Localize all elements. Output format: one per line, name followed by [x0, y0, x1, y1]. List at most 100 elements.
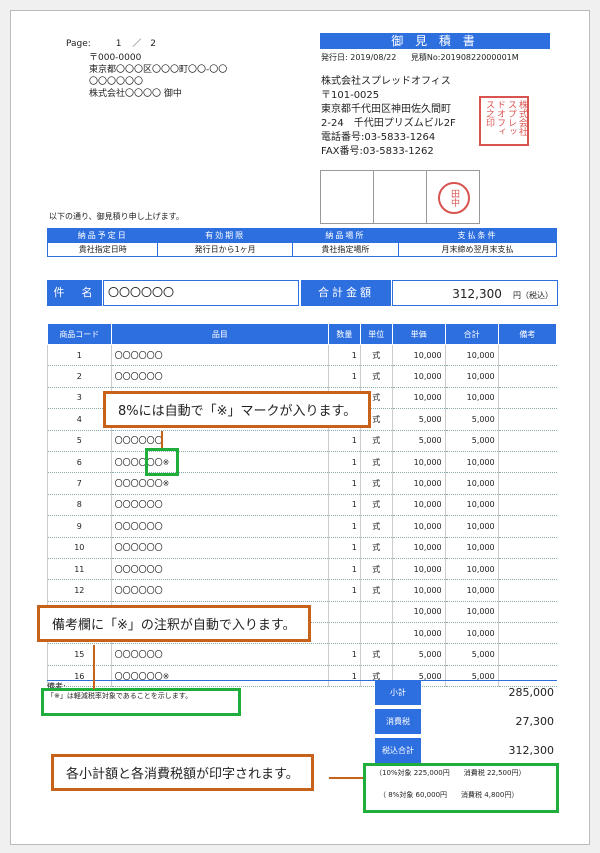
cell-qty: 1 [328, 494, 361, 517]
cell-qty [328, 601, 361, 624]
cell-price: 10,000 [391, 365, 446, 388]
cell-price: 10,000 [391, 451, 446, 474]
cell-price: 10,000 [391, 622, 446, 645]
cell-code: 11 [47, 558, 112, 581]
table-row: 5 〇〇〇〇〇〇 1 式 5,000 5,000 [47, 430, 557, 452]
table-row: 10 〇〇〇〇〇〇 1 式 10,000 10,000 [47, 537, 557, 559]
cell-code: 1 [47, 344, 112, 367]
table-row: 15 〇〇〇〇〇〇 1 式 5,000 5,000 [47, 643, 557, 666]
cell-item: 〇〇〇〇〇〇 [110, 558, 329, 581]
callout-mark-connector [161, 431, 163, 448]
col-total: 合計 [444, 323, 499, 345]
cell-unit: 式 [359, 579, 393, 602]
cell-total: 10,000 [444, 472, 499, 495]
cell-remarks [497, 579, 557, 602]
cond-validity: 発行日から1ヶ月 [157, 242, 293, 257]
conditions-table: 納品予定日 有効期限 納品場所 支払条件 貴社指定日時 発行日から1ヶ月 貴社指… [46, 228, 558, 257]
callout-remark-connector [93, 645, 95, 689]
cell-qty: 1 [328, 665, 361, 688]
cell-unit [359, 622, 393, 645]
cell-total: 5,000 [444, 430, 499, 452]
recipient-company: 株式会社〇〇〇〇 御中 [89, 89, 182, 99]
sender-zip: 〒101-0025 [321, 90, 380, 101]
cell-item: 〇〇〇〇〇〇※ [110, 665, 329, 688]
table-row: 12 〇〇〇〇〇〇 1 式 10,000 10,000 [47, 579, 557, 602]
cell-price: 10,000 [391, 537, 446, 559]
cond-delivery-place: 貴社指定場所 [291, 242, 399, 257]
cell-item: 〇〇〇〇〇〇※ [110, 472, 329, 495]
sender-company: 株式会社スプレッドオフィス [321, 76, 451, 87]
cell-code: 6 [47, 451, 112, 474]
cell-qty: 1 [328, 344, 361, 367]
cell-remarks [497, 430, 557, 452]
total-amount-label: 合計金額 [301, 280, 391, 306]
cell-qty: 1 [328, 643, 361, 666]
table-row: 9 〇〇〇〇〇〇 1 式 10,000 10,000 [47, 515, 557, 538]
cell-total: 10,000 [444, 622, 499, 645]
cell-item: 〇〇〇〇〇〇 [110, 365, 329, 388]
sender-tel: 電話番号:03-5833-1264 [321, 132, 436, 143]
cell-code: 5 [47, 430, 112, 452]
issue-info: 発行日: 2019/08/22 見積No:20190822000001M [321, 52, 519, 63]
cell-unit: 式 [359, 430, 393, 452]
table-row: 1 〇〇〇〇〇〇 1 式 10,000 10,000 [47, 344, 557, 367]
sender-address1: 東京都千代田区神田佐久間町 [321, 104, 451, 115]
quote-no-label: 見積No: [410, 53, 441, 62]
cell-price: 10,000 [391, 494, 446, 517]
cell-code: 4 [47, 408, 112, 431]
cell-qty: 1 [328, 451, 361, 474]
page-label: Page: [66, 39, 91, 49]
cell-remarks [497, 515, 557, 538]
cell-total: 10,000 [444, 601, 499, 624]
cell-remarks [497, 408, 557, 431]
company-seal: 株式会社スプレッドオフィス之印 [479, 96, 529, 146]
cell-unit: 式 [359, 558, 393, 581]
cell-qty: 1 [328, 430, 361, 452]
table-row: 2 〇〇〇〇〇〇 1 式 10,000 10,000 [47, 365, 557, 388]
breakdown-highlight [363, 763, 559, 813]
page-current: 1 [115, 39, 122, 49]
table-row: 7 〇〇〇〇〇〇※ 1 式 10,000 10,000 [47, 472, 557, 495]
stamp-box-3: 田中 [426, 170, 480, 224]
cell-remarks [497, 472, 557, 495]
remarks-highlight [41, 688, 241, 716]
cell-unit: 式 [359, 643, 393, 666]
cell-price: 5,000 [391, 643, 446, 666]
cell-total: 10,000 [444, 537, 499, 559]
cell-code: 10 [47, 537, 112, 559]
cell-item: 〇〇〇〇〇〇 [110, 430, 329, 452]
cell-total: 10,000 [444, 387, 499, 410]
grand-total-label: 税込合計 [375, 738, 421, 763]
sender-fax: FAX番号:03-5833-1262 [321, 146, 434, 157]
cell-qty: 1 [328, 558, 361, 581]
callout-breakdown: 各小計額と各消費税額が印字されます。 [51, 754, 314, 791]
cell-price: 5,000 [391, 408, 446, 431]
recipient-block: 〒000-0000 東京都〇〇〇区〇〇〇町〇〇-〇〇 〇〇〇〇〇〇 株式会社〇〇… [89, 52, 227, 100]
cell-code: 9 [47, 515, 112, 538]
sender-block: 株式会社スプレッドオフィス 〒101-0025 東京都千代田区神田佐久間町 2-… [321, 75, 456, 159]
cell-price: 5,000 [391, 430, 446, 452]
cell-remarks [497, 387, 557, 410]
cond-payment: 月末締め翌月末支払 [397, 242, 558, 257]
cell-remarks [497, 601, 557, 624]
cell-item: 〇〇〇〇〇〇 [110, 579, 329, 602]
grand-total-value: 312,300 [508, 744, 555, 757]
cell-unit: 式 [359, 515, 393, 538]
cell-total: 5,000 [444, 408, 499, 431]
recipient-address: 東京都〇〇〇区〇〇〇町〇〇-〇〇 [89, 65, 228, 75]
total-amount-unit: 円（税込） [513, 291, 553, 300]
cell-remarks [497, 558, 557, 581]
cell-qty [328, 622, 361, 645]
mark-highlight [145, 448, 179, 476]
cell-price: 10,000 [391, 579, 446, 602]
cell-remarks [497, 643, 557, 666]
stamp-box-2 [373, 170, 427, 224]
page-separator: ／ [132, 39, 142, 49]
cell-item: 〇〇〇〇〇〇 [110, 344, 329, 367]
issue-date: 2019/08/22 [350, 53, 397, 62]
col-remarks: 備考 [497, 323, 558, 345]
cell-total: 10,000 [444, 515, 499, 538]
col-unit: 単位 [359, 323, 393, 345]
tax-value: 27,300 [515, 715, 555, 728]
intro-text: 以下の通り、御見積り申し上げます。 [49, 212, 184, 221]
